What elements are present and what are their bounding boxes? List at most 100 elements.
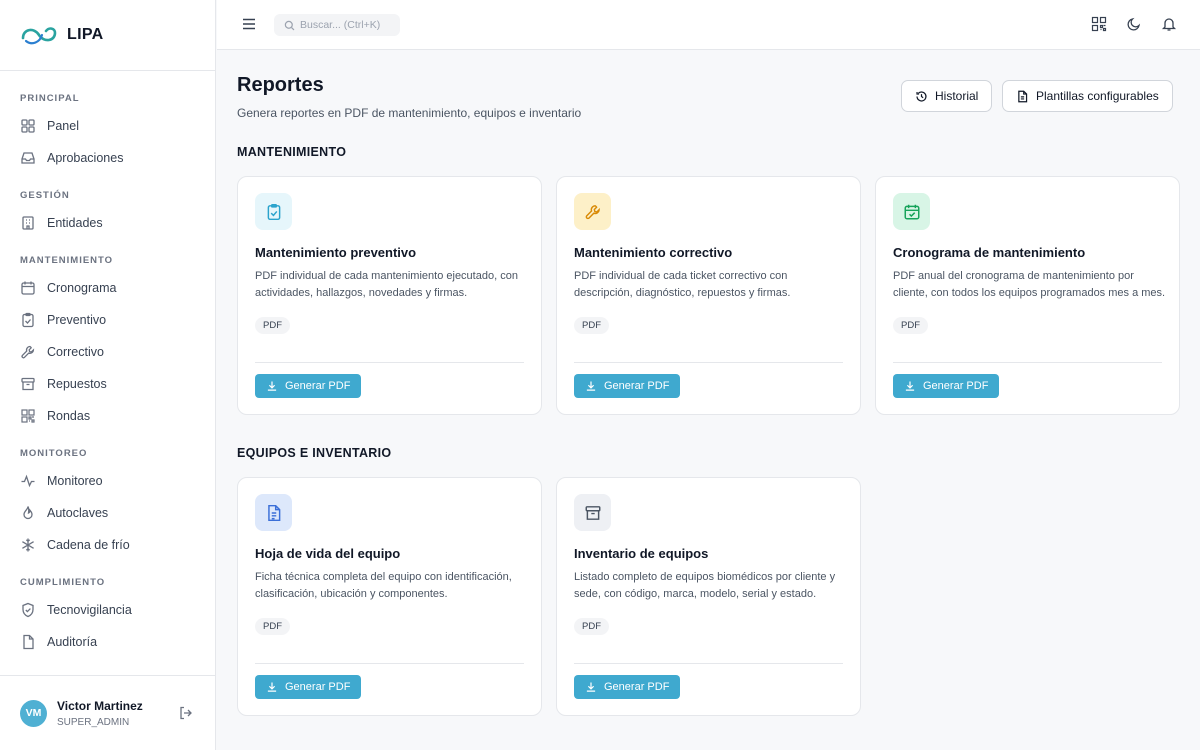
flame-icon <box>20 505 36 521</box>
main-content: Reportes Genera reportes en PDF de mante… <box>217 50 1200 750</box>
format-badge: PDF <box>255 618 290 635</box>
report-card-hoja-de-vida: Hoja de vida del equipo Ficha técnica co… <box>237 477 542 716</box>
sidebar-item-entidades[interactable]: Entidades <box>0 207 215 239</box>
sidebar-item-rondas[interactable]: Rondas <box>0 400 215 432</box>
calendar-icon <box>20 280 36 296</box>
nav-section-mantenimiento: MANTENIMIENTO Cronograma Preventivo Corr… <box>0 247 215 432</box>
sidebar-item-label: Panel <box>47 119 79 133</box>
sidebar-item-repuestos[interactable]: Repuestos <box>0 368 215 400</box>
avatar: VM <box>20 699 47 727</box>
nav-heading: MANTENIMIENTO <box>20 255 114 266</box>
generate-pdf-button[interactable]: Generar PDF <box>255 675 362 699</box>
file-text-icon <box>1018 90 1028 102</box>
sidebar-item-panel[interactable]: Panel <box>0 110 215 142</box>
file-text-icon <box>255 494 292 531</box>
menu-icon[interactable] <box>241 16 257 32</box>
shield-icon <box>20 602 36 618</box>
card-description: PDF individual de cada mantenimiento eje… <box>255 270 518 299</box>
nav-section-cumplimiento: CUMPLIMIENTO Tecnovigilancia Auditoría <box>0 569 215 658</box>
snowflake-icon <box>20 537 36 553</box>
generate-pdf-button[interactable]: Generar PDF <box>255 374 362 398</box>
nav-heading: PRINCIPAL <box>20 93 80 104</box>
qr-code-icon[interactable] <box>1091 16 1107 32</box>
card-title: Mantenimiento preventivo <box>255 245 417 260</box>
generate-pdf-button[interactable]: Generar PDF <box>893 374 1000 398</box>
user-profile[interactable]: VM Victor Martinez SUPER_ADMIN <box>0 675 216 750</box>
page-title: Reportes <box>237 74 324 96</box>
sidebar-item-cronograma[interactable]: Cronograma <box>0 272 215 304</box>
templates-label: Plantillas configurables <box>1036 89 1159 103</box>
logout-icon[interactable] <box>178 705 194 721</box>
card-divider <box>574 663 843 664</box>
user-meta: Victor Martinez SUPER_ADMIN <box>57 699 143 728</box>
sidebar-item-tecnovigilancia[interactable]: Tecnovigilancia <box>0 594 215 626</box>
report-card-correctivo: Mantenimiento correctivo PDF individual … <box>556 176 861 415</box>
card-title: Inventario de equipos <box>574 546 709 561</box>
grid-icon <box>20 118 36 134</box>
sidebar: LIPA PRINCIPAL Panel Aprobaciones GESTIÓ… <box>0 0 216 750</box>
sidebar-item-monitoreo[interactable]: Monitoreo <box>0 465 215 497</box>
clipboard-check-icon <box>255 193 292 230</box>
card-description: Listado completo de equipos biomédicos p… <box>574 571 836 600</box>
card-title: Hoja de vida del equipo <box>255 546 401 561</box>
download-icon <box>586 381 596 391</box>
brand-name: LIPA <box>67 26 104 43</box>
sidebar-item-label: Rondas <box>47 409 91 423</box>
generate-pdf-button[interactable]: Generar PDF <box>574 675 681 699</box>
user-role: SUPER_ADMIN <box>57 716 130 728</box>
history-label: Historial <box>935 89 979 103</box>
activity-icon <box>20 473 36 489</box>
archive-icon <box>20 376 36 392</box>
generate-pdf-label: Generar PDF <box>285 681 351 693</box>
nav-heading: CUMPLIMIENTO <box>20 577 106 588</box>
sidebar-item-label: Tecnovigilancia <box>47 603 132 617</box>
format-badge: PDF <box>893 317 928 334</box>
sidebar-item-autoclaves[interactable]: Autoclaves <box>0 497 215 529</box>
search-box[interactable] <box>274 14 400 36</box>
bell-icon[interactable] <box>1161 16 1177 32</box>
card-divider <box>893 362 1162 363</box>
card-description: PDF individual de cada ticket correctivo… <box>574 270 791 299</box>
report-card-preventivo: Mantenimiento preventivo PDF individual … <box>237 176 542 415</box>
sidebar-item-cadena-de-frio[interactable]: Cadena de frío <box>0 529 215 561</box>
brand[interactable]: LIPA <box>0 0 215 71</box>
calendar-check-icon <box>893 193 930 230</box>
nav-heading: GESTIÓN <box>20 190 70 201</box>
sidebar-item-label: Entidades <box>47 216 103 230</box>
nav-section-monitoreo: MONITOREO Monitoreo Autoclaves Cadena de… <box>0 440 215 561</box>
lipa-logo-icon <box>21 27 57 45</box>
nav-heading: MONITOREO <box>20 448 88 459</box>
sidebar-item-auditoria[interactable]: Auditoría <box>0 626 215 658</box>
card-description: PDF anual del cronograma de mantenimient… <box>893 270 1166 299</box>
sidebar-item-aprobaciones[interactable]: Aprobaciones <box>0 142 215 174</box>
user-name: Victor Martinez <box>57 698 143 713</box>
templates-button[interactable]: Plantillas configurables <box>1002 80 1173 112</box>
search-input[interactable] <box>300 19 395 31</box>
download-icon <box>267 381 277 391</box>
section-title-mantenimiento: MANTENIMIENTO <box>237 145 347 159</box>
card-divider <box>255 362 524 363</box>
card-divider <box>255 663 524 664</box>
sidebar-item-label: Cadena de frío <box>47 538 130 552</box>
nav-section-principal: PRINCIPAL Panel Aprobaciones <box>0 85 215 174</box>
clipboard-check-icon <box>20 312 36 328</box>
card-title: Cronograma de mantenimiento <box>893 245 1086 260</box>
card-title: Mantenimiento correctivo <box>574 245 733 260</box>
inbox-icon <box>20 150 36 166</box>
generate-pdf-label: Generar PDF <box>604 380 670 392</box>
sidebar-item-correctivo[interactable]: Correctivo <box>0 336 215 368</box>
building-icon <box>20 215 36 231</box>
format-badge: PDF <box>574 317 609 334</box>
sidebar-item-preventivo[interactable]: Preventivo <box>0 304 215 336</box>
download-icon <box>905 381 915 391</box>
sidebar-item-label: Repuestos <box>47 377 107 391</box>
wrench-icon <box>574 193 611 230</box>
history-button[interactable]: Historial <box>901 80 993 112</box>
moon-icon[interactable] <box>1126 16 1142 32</box>
sidebar-nav: PRINCIPAL Panel Aprobaciones GESTIÓN Ent… <box>0 71 215 658</box>
generate-pdf-button[interactable]: Generar PDF <box>574 374 681 398</box>
sidebar-item-label: Auditoría <box>47 635 98 649</box>
page-subtitle: Genera reportes en PDF de mantenimiento,… <box>237 106 582 120</box>
history-icon <box>916 90 927 102</box>
sidebar-item-label: Cronograma <box>47 281 117 295</box>
